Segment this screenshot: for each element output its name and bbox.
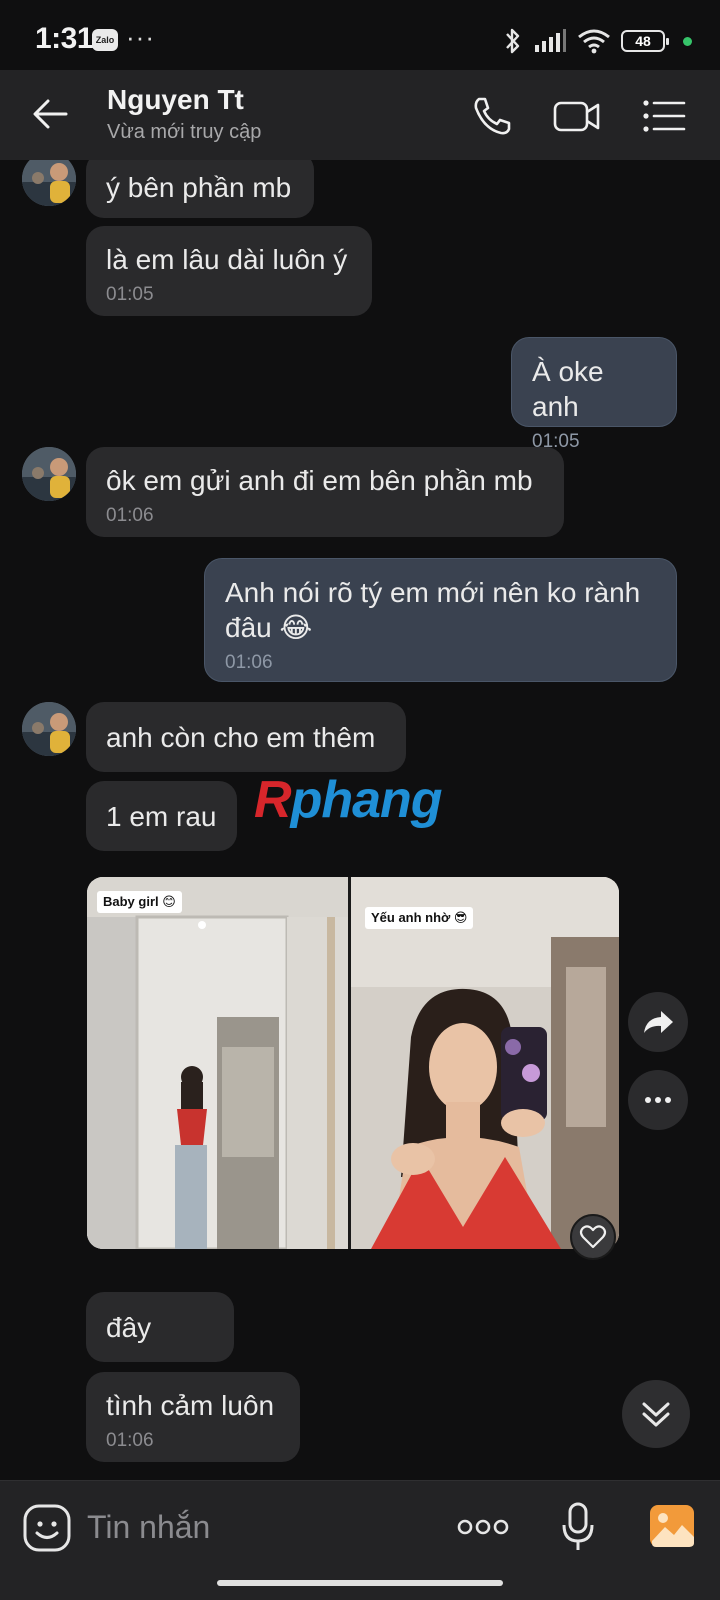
heart-icon — [579, 1225, 607, 1249]
message-text: ý bên phần mb — [106, 172, 292, 203]
phone-call-icon[interactable] — [470, 94, 514, 138]
message-bubble[interactable]: ý bên phần mb — [86, 160, 314, 218]
message-text: À oke anh — [532, 356, 604, 422]
photo-caption: Yếu anh nhờ 😎 — [365, 907, 474, 929]
status-time: 1:31 — [35, 22, 94, 55]
message-bubble[interactable]: là em lâu dài luôn ý 01:05 — [86, 226, 372, 316]
status-bar: 1:31 Zalo ··· 48 — [0, 0, 720, 74]
message-text: 1 em rau — [106, 801, 217, 832]
bluetooth-icon — [506, 28, 520, 54]
message-bubble[interactable]: ôk em gửi anh đi em bên phần mb 01:06 — [86, 447, 564, 537]
menu-list-icon[interactable] — [640, 94, 688, 138]
contact-name[interactable]: Nguyen Tt — [107, 84, 244, 116]
microphone-icon[interactable] — [560, 1501, 596, 1553]
more-notifications-icon: ··· — [126, 22, 155, 52]
double-chevron-down-icon — [642, 1402, 670, 1427]
message-bubble-sent[interactable]: Anh nói rõ tý em mới nên ko rành đâu 😂 0… — [204, 558, 677, 682]
message-text: Anh nói rõ tý em mới nên ko rành đâu 😂 — [225, 577, 641, 643]
sticker-emoji-icon[interactable] — [22, 1503, 72, 1553]
photo-image — [351, 877, 619, 1249]
status-icons: 48 — [503, 24, 692, 58]
contact-avatar[interactable] — [22, 160, 76, 206]
message-bubble-sent[interactable]: À oke anh 01:05 — [511, 337, 677, 452]
message-bubble[interactable]: tình cảm luôn 01:06 — [86, 1372, 300, 1462]
watermark-first-letter: R — [254, 771, 292, 829]
message-time: 01:06 — [106, 1430, 154, 1451]
privacy-indicator-dot — [683, 36, 692, 46]
message-text: anh còn cho em thêm — [106, 722, 376, 753]
share-forward-icon — [644, 1011, 673, 1033]
contact-status: Vừa mới truy cập — [107, 121, 262, 143]
more-actions-icon[interactable] — [456, 1515, 510, 1539]
message-text: ôk em gửi anh đi em bên phần mb — [106, 465, 533, 496]
contact-avatar[interactable] — [22, 702, 76, 756]
more-dots-icon — [645, 1097, 671, 1103]
home-indicator[interactable] — [217, 1580, 503, 1586]
photo-divider — [348, 877, 351, 1249]
message-text: tình cảm luôn — [106, 1390, 275, 1421]
avatar-photo-icon — [22, 160, 76, 206]
react-heart-button[interactable] — [570, 1214, 616, 1260]
message-input[interactable]: Tin nhắn — [87, 1509, 210, 1546]
battery-icon: 48 — [621, 30, 669, 52]
avatar-photo-icon — [22, 702, 76, 756]
contact-avatar[interactable] — [22, 447, 76, 501]
message-text: đây — [106, 1312, 152, 1343]
scroll-to-bottom-button[interactable] — [622, 1380, 690, 1448]
photo-image — [87, 877, 349, 1249]
zalo-notification-icon: Zalo — [92, 29, 118, 51]
photo-caption: Baby girl 😊 — [97, 891, 182, 913]
photo-left[interactable]: Baby girl 😊 — [87, 877, 349, 1249]
watermark-rest: phang — [290, 771, 443, 829]
photo-right[interactable]: Yếu anh nhờ 😎 — [351, 877, 619, 1249]
message-time: 01:06 — [106, 505, 154, 526]
message-bubble[interactable]: đây — [86, 1292, 234, 1362]
chat-header: Nguyen Tt Vừa mới truy cập — [0, 70, 720, 160]
forward-button[interactable] — [628, 992, 688, 1052]
battery-level: 48 — [635, 33, 651, 49]
avatar-photo-icon — [22, 447, 76, 501]
message-time: 01:06 — [225, 652, 273, 673]
signal-icon — [535, 29, 566, 52]
gallery-image-icon[interactable] — [648, 1503, 696, 1549]
message-time: 01:05 — [106, 284, 154, 305]
watermark-logo: Rphang — [254, 770, 443, 830]
message-bubble[interactable]: anh còn cho em thêm — [86, 702, 406, 772]
back-arrow-icon[interactable] — [30, 94, 70, 134]
message-bubble[interactable]: 1 em rau — [86, 781, 237, 851]
photo-message[interactable]: Baby girl 😊 Yếu anh nhờ 😎 — [87, 877, 619, 1249]
wifi-icon — [578, 29, 610, 54]
video-call-icon[interactable] — [552, 94, 602, 138]
message-text: là em lâu dài luôn ý — [106, 244, 348, 275]
more-options-button[interactable] — [628, 1070, 688, 1130]
